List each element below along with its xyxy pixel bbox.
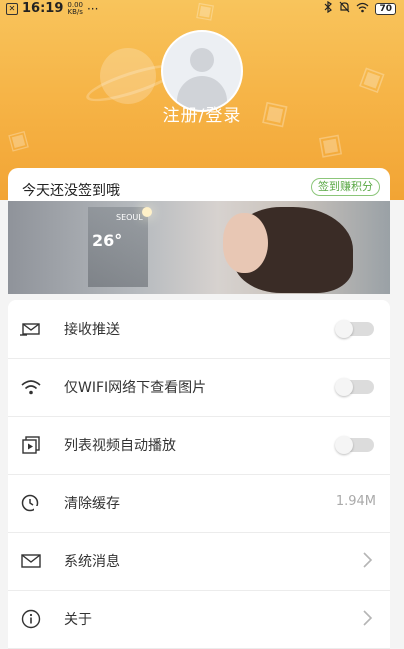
setting-receive-push[interactable]: 接收推送 [8,300,390,359]
checkin-title: 今天还没签到哦 [22,183,120,199]
wifi-icon [20,376,42,398]
more-status-icon: ··· [86,1,99,16]
clock-clean-icon [20,492,42,514]
mail-icon [20,550,42,572]
wifi-status-icon [356,2,369,16]
setting-wifi-images[interactable]: 仅WIFI网络下查看图片 [8,358,390,417]
pattern-decoration: ▣ [315,128,345,162]
battery-indicator: 70 [375,2,396,15]
notification-icon: ✕ [6,2,18,15]
autoplay-toggle[interactable] [335,436,374,454]
avatar[interactable] [161,30,243,112]
status-time: 16:19 [22,1,64,16]
chevron-right-icon [360,610,374,626]
toggle-knob [335,378,353,396]
info-icon [20,608,42,630]
checkin-button[interactable]: 签到赚积分 [311,178,380,196]
push-envelope-icon [20,318,42,340]
video-play-icon [20,434,42,456]
cache-size: 1.94M [335,494,376,509]
settings-list: 接收推送 仅WIFI网络下查看图片 列表视频自动播放 清除缓存 1.94M 系统… [8,300,390,649]
woman-face-image [223,213,268,273]
mute-bell-icon [339,1,350,16]
bluetooth-icon [323,0,333,16]
banner-city: SEOUL [116,213,143,222]
setting-label: 关于 [64,612,92,628]
setting-label: 系统消息 [64,554,120,570]
setting-clear-cache[interactable]: 清除缓存 1.94M [8,474,390,533]
setting-autoplay-video[interactable]: 列表视频自动播放 [8,416,390,475]
avatar-head-shape [190,48,214,72]
push-toggle[interactable] [335,320,374,338]
wifi-images-toggle[interactable] [335,378,374,396]
setting-label: 清除缓存 [64,496,120,512]
pattern-decoration: ▣ [5,125,32,156]
network-speed-unit: KB/s [67,7,83,16]
setting-label: 列表视频自动播放 [64,438,176,454]
chevron-right-icon [360,552,374,568]
setting-label: 仅WIFI网络下查看图片 [64,380,207,396]
promo-banner[interactable]: SEOUL 26° [8,201,390,294]
setting-system-messages[interactable]: 系统消息 [8,532,390,591]
lamp-light-image [142,207,152,217]
toggle-knob [335,436,353,454]
pattern-decoration: ▣ [355,60,389,98]
setting-label: 接收推送 [64,322,120,338]
register-login-link[interactable]: 注册/登录 [0,101,404,126]
status-bar: ✕ 16:19 0.00 KB/s ··· 70 [0,0,404,16]
setting-about[interactable]: 关于 [8,590,390,649]
toggle-knob [335,320,353,338]
network-speed: 0.00 KB/s [67,1,83,16]
banner-temperature: 26° [92,231,123,250]
checkin-card: 今天还没签到哦 签到赚积分 SEOUL 26° [8,168,390,294]
